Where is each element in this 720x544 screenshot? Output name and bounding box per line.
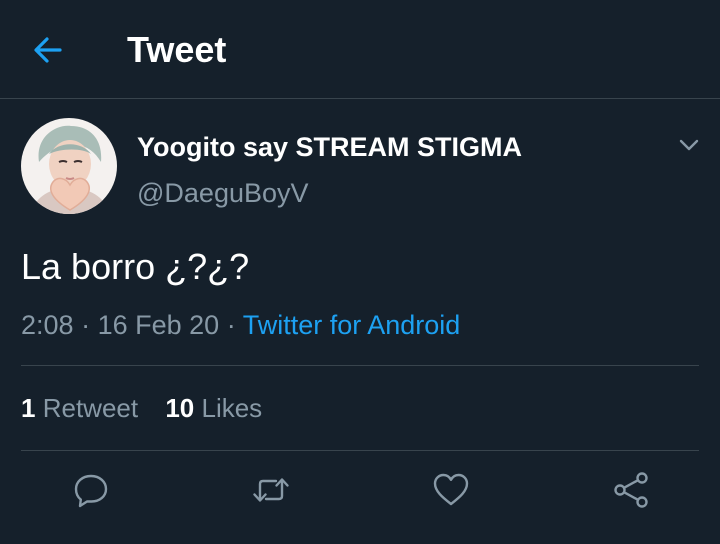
tweet-text: La borro ¿?¿? — [21, 246, 250, 287]
share-icon — [614, 472, 648, 508]
like-button[interactable] — [431, 470, 471, 510]
share-button[interactable] — [611, 470, 651, 510]
retweet-count: 1 — [21, 393, 36, 423]
avatar[interactable] — [21, 118, 117, 214]
page-title: Tweet — [127, 29, 227, 70]
tweet-meta: 2:08 · 16 Feb 20 · Twitter for Android — [21, 308, 460, 342]
like-count: 10 — [165, 393, 195, 423]
reply-icon — [74, 474, 108, 508]
divider — [21, 450, 699, 451]
meta-separator: · — [226, 310, 236, 340]
chevron-down-icon — [679, 139, 699, 151]
more-options-button[interactable] — [674, 130, 704, 160]
retweet-count-link[interactable]: 1 Retweet — [21, 391, 138, 425]
author-handle: @DaeguBoyV — [137, 178, 309, 208]
retweet-label: Retweet — [42, 393, 139, 423]
tweet-stats: 1 Retweet 10 Likes — [21, 391, 262, 425]
like-count-link[interactable]: 10 Likes — [165, 391, 262, 425]
back-button[interactable] — [28, 30, 68, 70]
meta-separator: · — [81, 310, 91, 340]
top-bar: Tweet — [0, 0, 720, 99]
retweet-button[interactable] — [251, 470, 291, 510]
like-label: Likes — [201, 393, 263, 423]
arrow-left-icon — [34, 37, 62, 63]
tweet-time: 2:08 — [21, 310, 74, 340]
tweet-date: 16 Feb 20 — [97, 310, 220, 340]
author-display-name[interactable]: Yoogito say STREAM STIGMA — [137, 131, 522, 163]
tweet-source-link[interactable]: Twitter for Android — [243, 310, 461, 340]
divider — [21, 365, 699, 366]
retweet-icon — [253, 478, 289, 502]
reply-button[interactable] — [71, 470, 111, 510]
heart-icon — [433, 473, 469, 506]
